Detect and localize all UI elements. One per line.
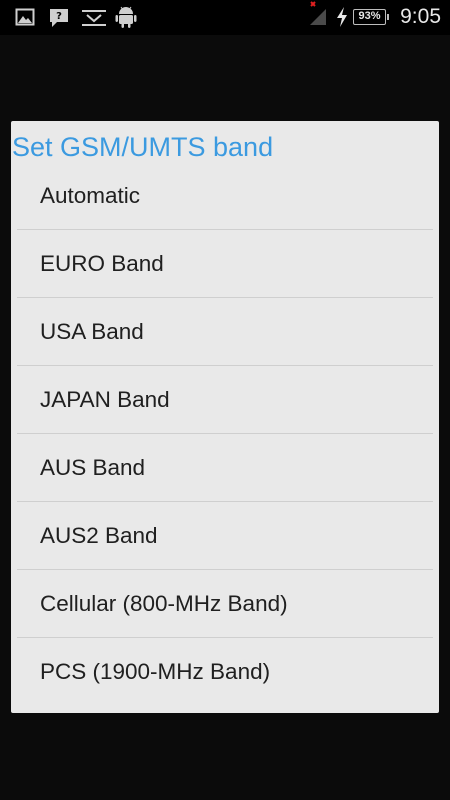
clock: 9:05 [400, 5, 441, 28]
option-japan-band[interactable]: JAPAN Band [17, 366, 433, 434]
charging-icon [335, 7, 349, 42]
option-label: USA Band [40, 319, 144, 344]
option-aus-band[interactable]: AUS Band [17, 434, 433, 502]
band-options-list: Automatic EURO Band USA Band JAPAN Band … [17, 162, 433, 706]
android-icon [115, 5, 137, 33]
dialog-title: Set GSM/UMTS band [12, 132, 274, 162]
option-automatic[interactable]: Automatic [17, 162, 433, 230]
option-aus2-band[interactable]: AUS2 Band [17, 502, 433, 570]
image-icon [15, 7, 35, 31]
option-pcs-1900[interactable]: PCS (1900-MHz Band) [17, 638, 433, 706]
battery-icon: 93% [353, 9, 389, 25]
option-label: JAPAN Band [40, 387, 170, 412]
option-cellular-800[interactable]: Cellular (800-MHz Band) [17, 570, 433, 638]
option-label: Automatic [40, 183, 141, 208]
band-selection-dialog: Set GSM/UMTS band Automatic EURO Band US… [11, 121, 439, 713]
option-euro-band[interactable]: EURO Band [17, 230, 433, 298]
option-label: AUS2 Band [40, 523, 158, 548]
option-usa-band[interactable]: USA Band [17, 298, 433, 366]
option-label: EURO Band [40, 251, 164, 276]
option-label: Cellular (800-MHz Band) [40, 591, 288, 616]
option-label: AUS Band [40, 455, 146, 480]
usb-icon [81, 9, 107, 31]
option-label: PCS (1900-MHz Band) [40, 659, 271, 684]
svg-text:?: ? [56, 11, 62, 22]
signal-no-sim-icon [303, 0, 329, 35]
chat-icon: ? [48, 7, 70, 33]
battery-percent: 93% [358, 10, 381, 22]
status-bar: ? 93% 9:05 [0, 0, 450, 35]
